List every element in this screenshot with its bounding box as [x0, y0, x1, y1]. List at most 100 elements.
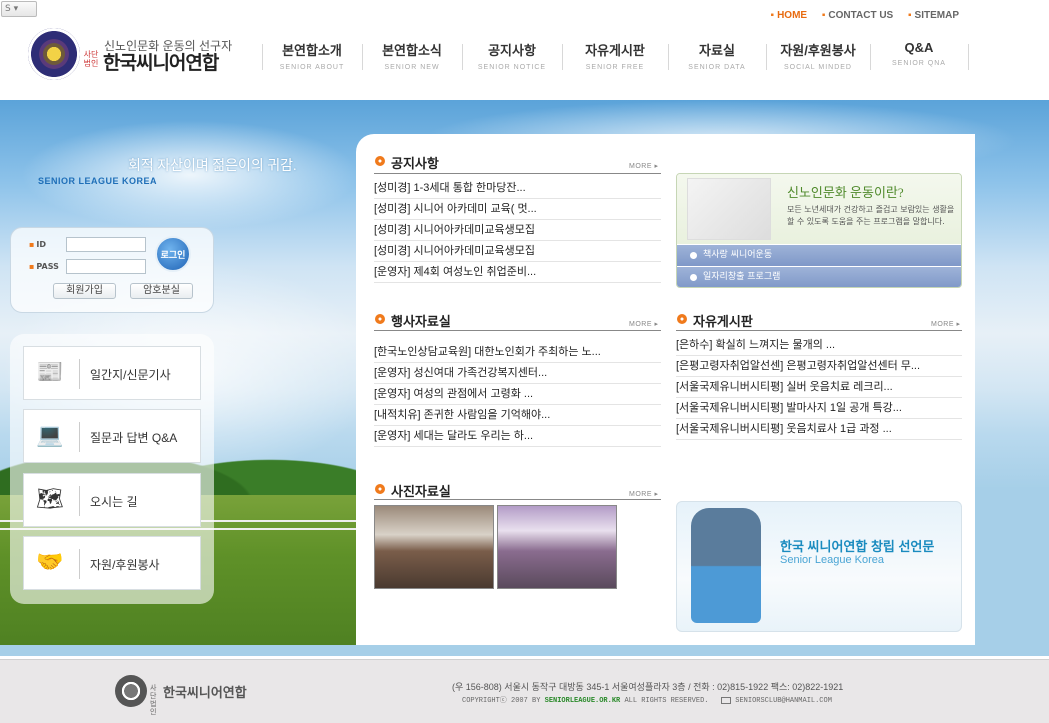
free-board-title: 자유게시판	[693, 314, 753, 329]
movement-link-jobs[interactable]: 일자리창출 프로그램	[677, 267, 961, 287]
hero-league-text: SENIOR LEAGUE KOREA	[38, 176, 158, 186]
movement-banner[interactable]: 신노인문화 운동이란? 모든 노년세대가 건강하고 즐겁고 보람있는 생활을 할…	[676, 173, 962, 288]
bullet-icon	[375, 156, 385, 166]
list-item[interactable]: [운영자] 성신여대 가족건강복지센터...	[374, 363, 661, 384]
quick-menu-news[interactable]: 📰 일간지/신문기사	[23, 346, 201, 400]
list-item[interactable]: [운영자] 제4회 여성노인 취업준비...	[374, 262, 661, 283]
quick-menu-label: 질문과 답변 Q&A	[90, 431, 178, 445]
divider	[79, 359, 80, 389]
mascot-illustration	[691, 508, 761, 623]
event-photo[interactable]	[374, 505, 494, 589]
gnb-item-news[interactable]: 본연합소식 SENIOR NEW	[362, 40, 462, 74]
event-photo[interactable]	[497, 505, 617, 589]
utility-nav: ▪ HOME ▪ CONTACT US ▪ SITEMAP	[759, 10, 959, 21]
gnb-divider	[968, 44, 969, 70]
photo-archive-title: 사진자료실	[391, 484, 451, 499]
gnb-divider	[766, 44, 767, 70]
quick-menu-directions[interactable]: 🗺 오시는 길	[23, 473, 201, 527]
brand-name[interactable]: 한국씨니어연합	[103, 48, 219, 75]
sitemap-link[interactable]: ▪ SITEMAP	[908, 10, 959, 21]
list-item[interactable]: [서울국제유니버시티평] 발마사지 1일 공개 특강...	[676, 398, 962, 419]
find-password-button[interactable]: 암호분실	[130, 283, 193, 299]
list-item[interactable]: [한국노인상담교육원] 대한노인회가 주최하는 노...	[374, 342, 661, 363]
footer-site-link[interactable]: SENIORLEAGUE.OR.KR	[545, 697, 621, 705]
logo-tree-icon	[43, 43, 65, 65]
home-link[interactable]: ▪ HOME	[771, 10, 808, 21]
newspaper-icon: 📰	[36, 360, 64, 385]
list-item[interactable]: [은하수] 확실히 느껴지는 물개의 ...	[676, 335, 962, 356]
gnb-divider	[870, 44, 871, 70]
footer-copyright: COPYRIGHTⓒ 2007 BY SENIORLEAGUE.OR.KR AL…	[462, 696, 832, 705]
bullet-icon	[375, 314, 385, 324]
volunteer-icon: 🤝	[36, 550, 64, 575]
gnb-divider	[462, 44, 463, 70]
list-item[interactable]: [성미경] 시니어아카데미교육생모집	[374, 241, 661, 262]
event-archive-title: 행사자료실	[391, 314, 451, 329]
contact-link[interactable]: ▪ CONTACT US	[822, 10, 893, 21]
seniors-photo	[687, 178, 771, 240]
divider	[676, 330, 962, 331]
free-board-list: [은하수] 확실히 느껴지는 물개의 ... [은평고령자취업알선센] 은평고령…	[676, 335, 962, 440]
list-item[interactable]: [성미경] 1-3세대 통합 한마당잔...	[374, 178, 661, 199]
gnb-divider	[668, 44, 669, 70]
gnb-divider	[562, 44, 563, 70]
divider	[79, 422, 80, 452]
brand-org-type: 사단법인	[83, 50, 99, 68]
divider	[374, 499, 661, 500]
list-item[interactable]: [서울국제유니버시티평] 웃음치료사 1급 과정 ...	[676, 419, 962, 440]
list-item[interactable]: [내적치유] 존귀한 사람임을 기억해야...	[374, 405, 661, 426]
list-item[interactable]: [운영자] 여성의 관점에서 고령화 ...	[374, 384, 661, 405]
gnb-item-notice[interactable]: 공지사항 SENIOR NOTICE	[462, 40, 562, 74]
hero-slogan: 회적 자산이며 젊은이의 귀감.	[128, 159, 297, 174]
divider	[79, 486, 80, 516]
list-item[interactable]: [성미경] 시니어 아카데미 교육( 멋...	[374, 199, 661, 220]
movement-title: 신노인문화 운동이란?	[787, 185, 904, 200]
declaration-title: 한국 씨니어연합 창립 선언문	[780, 539, 935, 554]
divider	[374, 330, 661, 331]
divider	[79, 549, 80, 579]
browser-control-icon[interactable]: S ▾	[1, 1, 37, 17]
gnb-item-free[interactable]: 자유게시판 SENIOR FREE	[562, 40, 668, 74]
bullet-icon	[375, 484, 385, 494]
divider	[374, 173, 661, 174]
gnb-divider	[262, 44, 263, 70]
password-input[interactable]	[66, 259, 146, 274]
quick-menu-qna[interactable]: 💻 질문과 답변 Q&A	[23, 409, 201, 463]
gnb-item-about[interactable]: 본연합소개 SENIOR ABOUT	[262, 40, 362, 74]
join-button[interactable]: 회원가입	[53, 283, 116, 299]
gnb-item-data[interactable]: 자료실 SENIOR DATA	[668, 40, 766, 74]
list-item[interactable]: [운영자] 세대는 달라도 우리는 하...	[374, 426, 661, 447]
photo-archive-more-link[interactable]: MORE	[629, 490, 658, 498]
notice-more-link[interactable]: MORE	[629, 162, 658, 170]
pass-label: ▪ PASS	[29, 262, 59, 271]
id-input[interactable]	[66, 237, 146, 252]
event-archive-more-link[interactable]: MORE	[629, 320, 658, 328]
free-board-more-link[interactable]: MORE	[931, 320, 960, 328]
notice-list: [성미경] 1-3세대 통합 한마당잔... [성미경] 시니어 아카데미 교육…	[374, 178, 661, 283]
quick-menu-volunteer[interactable]: 🤝 자원/후원봉사	[23, 536, 201, 590]
list-item[interactable]: [은평고령자취업알선센] 은평고령자취업알선센터 무...	[676, 356, 962, 377]
event-archive-list: [한국노인상담교육원] 대한노인회가 주최하는 노... [운영자] 성신여대 …	[374, 342, 661, 447]
list-item[interactable]: [성미경] 시니어아카데미교육생모집	[374, 220, 661, 241]
movement-link-book[interactable]: 책사랑 씨니어운동	[677, 245, 961, 266]
bullet-icon	[677, 314, 687, 324]
id-label: ▪ ID	[29, 240, 47, 249]
login-button[interactable]: 로그인	[155, 236, 191, 272]
quick-menu-label: 오시는 길	[90, 495, 138, 509]
map-icon: 🗺	[36, 487, 64, 512]
footer-logo-icon	[115, 675, 147, 707]
question-computer-icon: 💻	[36, 423, 64, 448]
quick-menu-label: 자원/후원봉사	[90, 558, 160, 572]
list-item[interactable]: [서울국제유니버시티평] 실버 웃음치료 레크리...	[676, 377, 962, 398]
quick-menu-label: 일간지/신문기사	[90, 368, 171, 382]
email-icon	[721, 696, 732, 704]
cloud-decoration	[20, 120, 360, 230]
declaration-subtitle: Senior League Korea	[780, 554, 884, 566]
footer-org-type: 사단법인	[150, 684, 157, 716]
gnb-divider	[362, 44, 363, 70]
gnb-item-volunteer[interactable]: 자원/후원봉사 SOCIAL MINDED	[766, 40, 870, 74]
footer-brand-name: 한국씨니어연합	[163, 685, 247, 700]
declaration-banner[interactable]: 한국 씨니어연합 창립 선언문 Senior League Korea	[676, 501, 962, 632]
gnb-item-qna[interactable]: Q&A SENIOR QNA	[870, 40, 968, 74]
footer-email-link[interactable]: SENIORSCLUB@HANMAIL.COM	[735, 697, 832, 705]
